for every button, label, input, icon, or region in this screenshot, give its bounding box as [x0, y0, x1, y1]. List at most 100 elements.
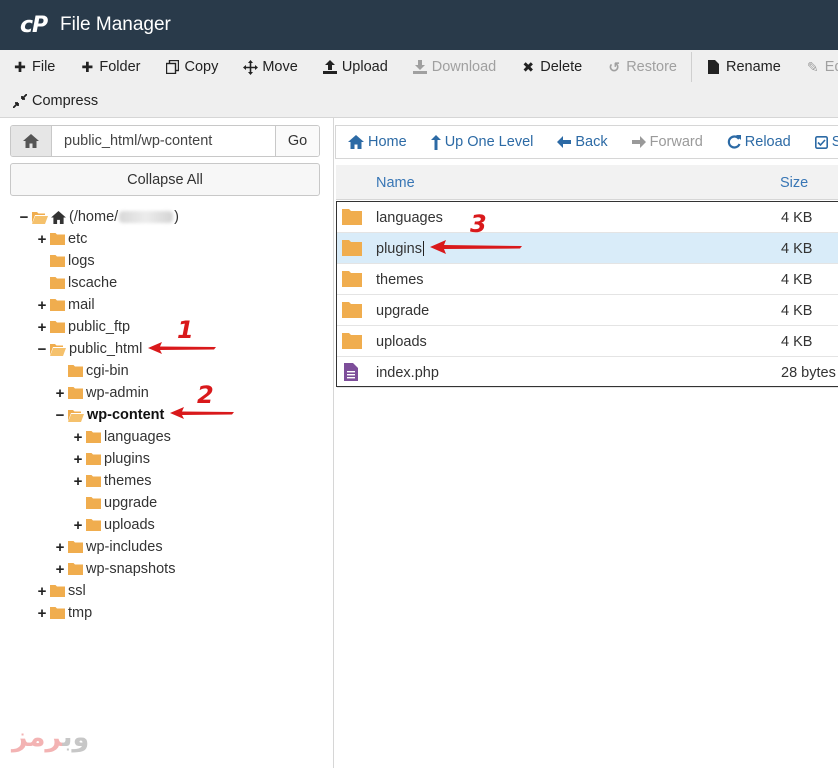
tree-item-themes[interactable]: + themes: [72, 470, 152, 492]
home-icon: [51, 210, 66, 224]
nav-home-button[interactable]: Home: [336, 126, 419, 158]
edit-button[interactable]: ✎ Edit: [793, 50, 838, 84]
collapse-icon[interactable]: −: [36, 341, 48, 358]
folder-icon: [50, 585, 65, 597]
tree-item-uploads[interactable]: + uploads: [72, 514, 155, 536]
annotation-number-3: 3: [470, 210, 487, 238]
tree-item-wp-includes[interactable]: + wp-includes: [54, 536, 163, 558]
folder-icon: [86, 497, 101, 509]
expand-icon[interactable]: +: [36, 231, 48, 248]
expand-icon[interactable]: +: [54, 561, 66, 578]
expand-icon[interactable]: +: [36, 297, 48, 314]
folder-icon: [86, 453, 101, 465]
compress-button[interactable]: Compress: [0, 84, 110, 118]
toolbar-row-1: ✚ File ✚ Folder Copy Move Upload Downloa…: [0, 50, 838, 84]
table-row[interactable]: uploads 4 KB: [337, 326, 838, 357]
folder-icon: [50, 233, 65, 245]
folder-icon: [68, 541, 83, 553]
toolbar-separator: [690, 52, 692, 82]
folder-icon: [50, 255, 65, 267]
expand-icon[interactable]: +: [54, 385, 66, 402]
tree-item-ssl[interactable]: + ssl: [36, 580, 86, 602]
rename-button[interactable]: Rename: [694, 50, 793, 84]
folder-icon: [68, 563, 83, 575]
tree-item-tmp[interactable]: + tmp: [36, 602, 93, 624]
nav-reload-button[interactable]: Reload: [715, 126, 803, 158]
tree-item-cgi-bin[interactable]: cgi-bin: [68, 360, 129, 382]
expand-icon[interactable]: +: [72, 451, 84, 468]
table-row[interactable]: plugins 4 KB: [337, 233, 838, 264]
home-icon: [348, 135, 364, 149]
expand-icon[interactable]: +: [36, 319, 48, 336]
new-folder-button[interactable]: ✚ Folder: [67, 50, 152, 84]
table-row[interactable]: themes 4 KB: [337, 264, 838, 295]
compress-icon: [12, 94, 28, 108]
tree-item-upgrade[interactable]: upgrade: [86, 492, 157, 514]
nav-back-button[interactable]: Back: [545, 126, 619, 158]
column-header-size[interactable]: Size: [780, 165, 808, 200]
expand-icon[interactable]: +: [72, 473, 84, 490]
go-button[interactable]: Go: [275, 126, 319, 156]
tree-item-public-html[interactable]: − public_html: [36, 338, 143, 360]
plus-icon: ✚: [81, 58, 94, 75]
expand-icon[interactable]: +: [36, 583, 48, 600]
toolbar-row-2: Compress: [0, 84, 110, 118]
expand-icon[interactable]: +: [72, 517, 84, 534]
tree-item-lscache[interactable]: lscache: [50, 272, 117, 294]
download-button[interactable]: Download: [400, 50, 509, 84]
delete-icon: ✖: [522, 58, 535, 75]
copy-button[interactable]: Copy: [152, 50, 230, 84]
reload-icon: [727, 135, 741, 149]
file-list-panel: Home Up One Level Back Forward Reload S …: [335, 118, 838, 768]
redacted-username: [119, 211, 174, 223]
table-row[interactable]: index.php 28 bytes: [337, 357, 838, 388]
table-row[interactable]: upgrade 4 KB: [337, 295, 838, 326]
upload-button[interactable]: Upload: [310, 50, 400, 84]
nav-up-one-level-button[interactable]: Up One Level: [419, 126, 546, 158]
tree-item-languages[interactable]: + languages: [72, 426, 171, 448]
tree-item-etc[interactable]: + etc: [36, 228, 88, 250]
tree-root-label-suffix: ): [174, 209, 180, 225]
collapse-icon[interactable]: −: [18, 209, 30, 226]
title-bar: cP File Manager: [0, 0, 838, 50]
collapse-icon[interactable]: −: [54, 407, 66, 424]
column-header-name[interactable]: Name: [376, 165, 415, 200]
tree-item-mail[interactable]: + mail: [36, 294, 95, 316]
table-header: Name Size: [336, 165, 838, 200]
tree-item-wp-snapshots[interactable]: + wp-snapshots: [54, 558, 176, 580]
directory-panel: Go Collapse All − (/home/ ) + etc logs l…: [0, 118, 334, 768]
folder-icon: [50, 299, 65, 311]
path-bar: Go: [10, 125, 320, 157]
folder-icon: [50, 277, 65, 289]
restore-icon: ↺: [608, 58, 621, 75]
folder-icon: [342, 333, 362, 352]
copy-icon: [164, 60, 180, 74]
arrow-right-icon: [631, 136, 646, 148]
watermark: وبرمز: [12, 722, 90, 753]
expand-icon[interactable]: +: [72, 429, 84, 446]
tree-item-logs[interactable]: logs: [50, 250, 95, 272]
level-up-icon: [430, 134, 441, 150]
tree-item-public-ftp[interactable]: + public_ftp: [36, 316, 130, 338]
path-input[interactable]: [52, 126, 275, 156]
tree-item-plugins[interactable]: + plugins: [72, 448, 150, 470]
delete-button[interactable]: ✖ Delete: [508, 50, 594, 84]
restore-button[interactable]: ↺ Restore: [594, 50, 689, 84]
tree-root-label-prefix: (/home/: [69, 209, 119, 225]
tree-item-wp-admin[interactable]: + wp-admin: [54, 382, 149, 404]
collapse-all-button[interactable]: Collapse All: [10, 163, 320, 196]
checkbox-icon: [814, 135, 828, 149]
path-home-button[interactable]: [11, 126, 52, 156]
nav-select-all-button[interactable]: S: [803, 126, 838, 158]
expand-icon[interactable]: +: [54, 539, 66, 556]
nav-forward-button[interactable]: Forward: [620, 126, 715, 158]
new-file-button[interactable]: ✚ File: [0, 50, 67, 84]
tree-item-wp-content[interactable]: − wp-content: [54, 404, 165, 426]
folder-icon: [50, 607, 65, 619]
folder-open-icon: [68, 409, 84, 422]
table-row[interactable]: languages 4 KB: [337, 202, 838, 233]
expand-icon[interactable]: +: [36, 605, 48, 622]
cpanel-logo: cP: [20, 12, 48, 38]
tree-item-home[interactable]: − (/home/ ): [18, 206, 179, 228]
move-button[interactable]: Move: [230, 50, 309, 84]
